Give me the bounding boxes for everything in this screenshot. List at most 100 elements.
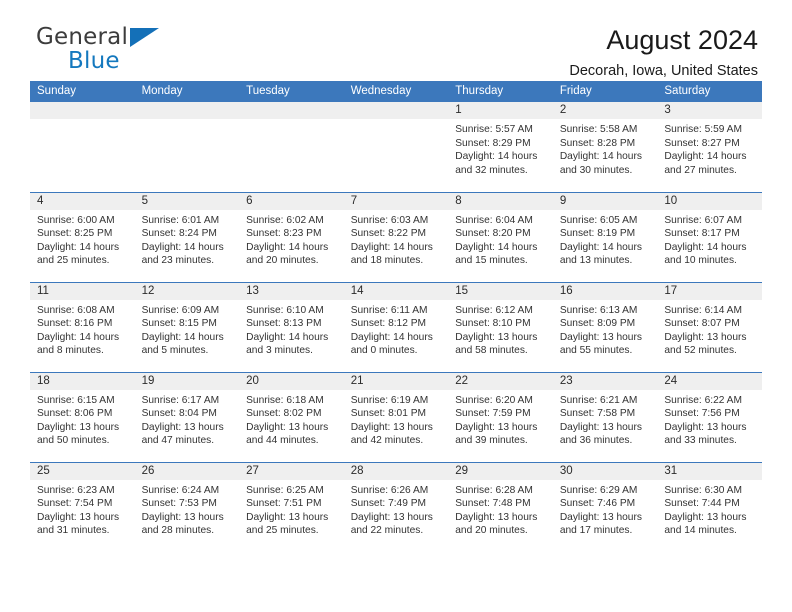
daylight-text-cont: and 31 minutes. xyxy=(37,525,110,537)
weekday-header-saturday: Saturday xyxy=(657,81,762,102)
calendar-day-cell[interactable]: 14 Sunrise: 6:11 AM Sunset: 8:12 PM Dayligh… xyxy=(343,281,449,372)
title-block: August 2024 Decorah, Iowa, United States xyxy=(569,26,762,80)
sunrise-text: Sunrise: 6:11 AM xyxy=(350,304,428,316)
calendar-day-cell[interactable]: 29 Sunrise: 6:28 AM Sunset: 7:48 PM Dayligh… xyxy=(448,461,553,552)
daylight-text: Daylight: 13 hours xyxy=(559,421,642,433)
day-details: Sunrise: 5:58 AM Sunset: 8:28 PM Daylight:… xyxy=(553,119,658,177)
day-number: 31 xyxy=(657,462,762,480)
calendar-week-row: 25 Sunrise: 6:23 AM Sunset: 7:54 PM Dayligh… xyxy=(30,461,762,552)
sunrise-text: Sunrise: 6:05 AM xyxy=(559,214,638,226)
day-details: Sunrise: 6:12 AM Sunset: 8:10 PM Daylight:… xyxy=(448,300,553,358)
daylight-text-cont: and 17 minutes. xyxy=(559,525,633,537)
day-details: Sunrise: 6:22 AM Sunset: 7:56 PM Daylight:… xyxy=(657,390,762,448)
calendar-day-cell[interactable]: 10 Sunrise: 6:07 AM Sunset: 8:17 PM Dayligh… xyxy=(657,191,762,282)
calendar-day-cell[interactable]: 17 Sunrise: 6:14 AM Sunset: 8:07 PM Dayligh… xyxy=(657,281,762,372)
sunrise-text: Sunrise: 5:59 AM xyxy=(664,124,742,135)
sunset-text: Sunset: 8:01 PM xyxy=(350,408,427,420)
daylight-text-cont: and 23 minutes. xyxy=(141,255,215,267)
sunrise-text: Sunrise: 6:01 AM xyxy=(141,214,220,226)
sunrise-text: Sunrise: 6:09 AM xyxy=(141,304,220,316)
sunset-text: Sunset: 8:20 PM xyxy=(455,228,531,240)
calendar-day-cell[interactable]: 16 Sunrise: 6:13 AM Sunset: 8:09 PM Dayligh… xyxy=(552,281,658,372)
weekday-header-row: Sunday Monday Tuesday Wednesday Thursday Frid… xyxy=(30,81,762,102)
day-details: Sunrise: 6:01 AM Sunset: 8:24 PM Daylight:… xyxy=(135,210,240,268)
sunrise-text: Sunrise: 5:58 AM xyxy=(559,124,638,135)
calendar-day-cell[interactable]: 15 Sunrise: 6:12 AM Sunset: 8:10 PM Dayligh… xyxy=(448,281,553,372)
sunrise-text: Sunrise: 6:13 AM xyxy=(559,304,638,316)
day-number: 2 xyxy=(552,102,658,119)
day-number: 13 xyxy=(239,282,344,300)
day-details: Sunrise: 6:24 AM Sunset: 7:53 PM Daylight:… xyxy=(135,480,240,538)
calendar-day-cell[interactable]: 5 Sunrise: 6:01 AM Sunset: 8:24 PM Daylight… xyxy=(134,191,240,282)
weekday-header-tuesday: Tuesday xyxy=(239,81,344,102)
calendar-day-cell[interactable]: 6 Sunrise: 6:02 AM Sunset: 8:23 PM Daylight… xyxy=(239,191,344,282)
calendar-day-cell[interactable]: 3 Sunrise: 5:59 AM Sunset: 8:27 PM Daylight… xyxy=(657,102,762,192)
sunset-text: Sunset: 8:16 PM xyxy=(37,318,113,330)
day-details: Sunrise: 6:10 AM Sunset: 8:13 PM Daylight:… xyxy=(239,300,344,358)
calendar-day-cell[interactable]: 25 Sunrise: 6:23 AM Sunset: 7:54 PM Dayligh… xyxy=(30,461,135,552)
day-number: 7 xyxy=(343,192,449,210)
general-blue-logo[interactable]: General Blue xyxy=(30,26,236,73)
calendar-day-cell[interactable]: 26 Sunrise: 6:24 AM Sunset: 7:53 PM Dayligh… xyxy=(134,461,240,552)
calendar-day-cell[interactable]: 21 Sunrise: 6:19 AM Sunset: 8:01 PM Dayligh… xyxy=(343,371,449,462)
daylight-text: Daylight: 14 hours xyxy=(350,241,433,253)
calendar-day-cell[interactable]: 18 Sunrise: 6:15 AM Sunset: 8:06 PM Dayligh… xyxy=(30,371,135,462)
daylight-text-cont: and 52 minutes. xyxy=(664,345,737,357)
daylight-text-cont: and 15 minutes. xyxy=(455,255,528,267)
triangle-icon xyxy=(130,28,159,47)
calendar-day-cell[interactable]: 2 Sunrise: 5:58 AM Sunset: 8:28 PM Daylight… xyxy=(552,102,658,192)
day-number xyxy=(239,102,344,119)
daylight-text: Daylight: 14 hours xyxy=(141,241,224,253)
weekday-header-sunday: Sunday xyxy=(30,81,135,102)
day-details: Sunrise: 6:13 AM Sunset: 8:09 PM Daylight:… xyxy=(553,300,658,358)
calendar-day-cell[interactable]: 31 Sunrise: 6:30 AM Sunset: 7:44 PM Dayligh… xyxy=(657,461,762,552)
calendar-day-cell[interactable]: 1 Sunrise: 5:57 AM Sunset: 8:29 PM Daylight… xyxy=(448,102,553,192)
daylight-text-cont: and 28 minutes. xyxy=(141,525,215,537)
daylight-text-cont: and 42 minutes. xyxy=(350,435,424,447)
calendar-day-cell[interactable]: 4 Sunrise: 6:00 AM Sunset: 8:25 PM Daylight… xyxy=(30,191,135,282)
day-details: Sunrise: 6:28 AM Sunset: 7:48 PM Daylight:… xyxy=(448,480,553,538)
calendar-day-cell[interactable]: 27 Sunrise: 6:25 AM Sunset: 7:51 PM Dayligh… xyxy=(239,461,344,552)
sunset-text: Sunset: 8:19 PM xyxy=(559,228,636,240)
calendar-day-cell[interactable]: 22 Sunrise: 6:20 AM Sunset: 7:59 PM Dayligh… xyxy=(448,371,553,462)
calendar-week-row: 11 Sunrise: 6:08 AM Sunset: 8:16 PM Dayligh… xyxy=(30,281,762,372)
calendar-day-cell[interactable]: 30 Sunrise: 6:29 AM Sunset: 7:46 PM Dayligh… xyxy=(552,461,658,552)
day-number: 29 xyxy=(448,462,553,480)
weekday-header-friday: Friday xyxy=(552,81,658,102)
daylight-text-cont: and 10 minutes. xyxy=(664,255,737,267)
sunrise-text: Sunrise: 6:08 AM xyxy=(37,304,115,316)
daylight-text-cont: and 22 minutes. xyxy=(350,525,424,537)
calendar-day-cell[interactable]: 20 Sunrise: 6:18 AM Sunset: 8:02 PM Dayligh… xyxy=(239,371,344,462)
calendar-day-cell[interactable]: 19 Sunrise: 6:17 AM Sunset: 8:04 PM Dayligh… xyxy=(134,371,240,462)
sunrise-text: Sunrise: 6:04 AM xyxy=(455,214,533,226)
sunset-text: Sunset: 8:13 PM xyxy=(246,318,322,330)
calendar-day-cell[interactable]: 24 Sunrise: 6:22 AM Sunset: 7:56 PM Dayligh… xyxy=(657,371,762,462)
calendar-day-cell[interactable]: 11 Sunrise: 6:08 AM Sunset: 8:16 PM Dayligh… xyxy=(30,281,135,372)
daylight-text-cont: and 0 minutes. xyxy=(350,345,418,357)
day-details: Sunrise: 5:59 AM Sunset: 8:27 PM Daylight:… xyxy=(657,119,762,177)
calendar-day-cell[interactable]: 23 Sunrise: 6:21 AM Sunset: 7:58 PM Dayligh… xyxy=(552,371,658,462)
logo-word-blue: Blue xyxy=(68,48,120,74)
calendar-day-cell[interactable]: 28 Sunrise: 6:26 AM Sunset: 7:49 PM Dayligh… xyxy=(343,461,449,552)
daylight-text-cont: and 13 minutes. xyxy=(559,255,633,267)
calendar-day-cell[interactable]: 7 Sunrise: 6:03 AM Sunset: 8:22 PM Daylight… xyxy=(343,191,449,282)
sunrise-text: Sunrise: 6:30 AM xyxy=(664,484,742,496)
sunset-text: Sunset: 8:22 PM xyxy=(350,228,427,240)
sunset-text: Sunset: 8:07 PM xyxy=(664,318,740,330)
calendar-day-cell[interactable]: 9 Sunrise: 6:05 AM Sunset: 8:19 PM Daylight… xyxy=(552,191,658,282)
calendar-day-cell[interactable]: 12 Sunrise: 6:09 AM Sunset: 8:15 PM Dayligh… xyxy=(134,281,240,372)
calendar-day-cell[interactable]: 13 Sunrise: 6:10 AM Sunset: 8:13 PM Dayligh… xyxy=(239,281,344,372)
daylight-text: Daylight: 13 hours xyxy=(455,421,538,433)
sunset-text: Sunset: 7:49 PM xyxy=(350,498,427,510)
day-number xyxy=(343,102,449,119)
daylight-text-cont: and 44 minutes. xyxy=(246,435,319,447)
day-number: 23 xyxy=(552,372,658,390)
day-number: 24 xyxy=(657,372,762,390)
day-number: 6 xyxy=(239,192,344,210)
weekday-header-monday: Monday xyxy=(134,81,240,102)
day-number: 10 xyxy=(657,192,762,210)
calendar-day-cell[interactable]: 8 Sunrise: 6:04 AM Sunset: 8:20 PM Daylight… xyxy=(448,191,553,282)
calendar-cell-empty xyxy=(239,102,344,192)
sunset-text: Sunset: 7:58 PM xyxy=(559,408,636,420)
daylight-text: Daylight: 14 hours xyxy=(141,331,224,343)
